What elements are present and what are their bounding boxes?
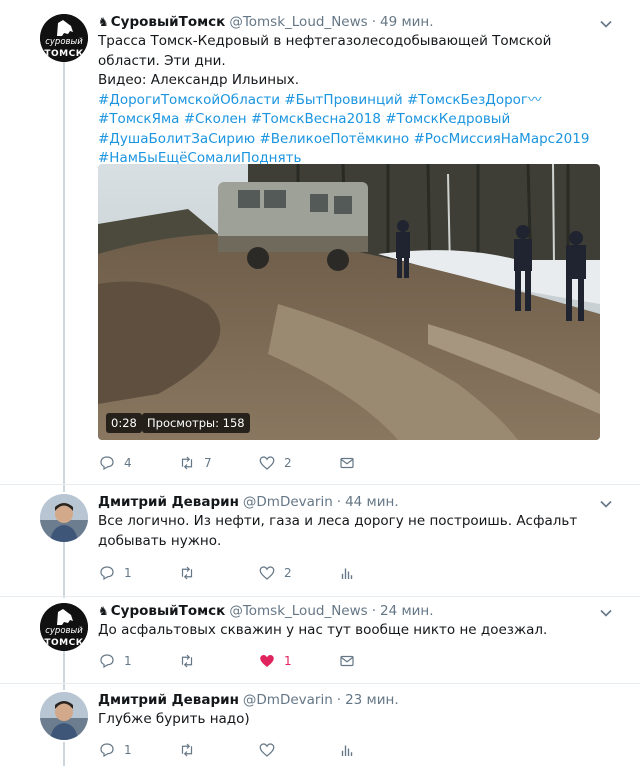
like-count: 2	[284, 566, 292, 580]
video-views: Просмотры: 158	[142, 413, 250, 433]
chevron-down-icon[interactable]	[598, 496, 614, 512]
retweet-icon	[181, 566, 193, 580]
tweet-header: ♞ СуровыйТомск @Tomsk_Loud_News · 24 мин…	[98, 601, 434, 621]
tweet-text: До асфальтовых скважин у нас тут вообще …	[98, 622, 548, 638]
tweet-text: Глубже бурить надо)	[98, 711, 250, 727]
reply-icon	[100, 566, 114, 581]
reply-icon	[100, 456, 114, 471]
svg-text:ТОМСК: ТОМСК	[44, 49, 83, 59]
separator-dot: ·	[371, 603, 376, 619]
timestamp[interactable]: 23 мин.	[345, 692, 399, 708]
retweet-button[interactable]: 7	[178, 454, 258, 472]
tweet-actions: 4 7 2	[98, 453, 418, 473]
knight-icon: ♞	[98, 15, 109, 29]
analytics-icon	[341, 745, 353, 756]
user-handle[interactable]: @DmDevarin	[243, 494, 333, 510]
retweet-icon	[181, 654, 193, 668]
retweet-icon	[181, 743, 193, 757]
chevron-down-icon[interactable]	[598, 605, 614, 621]
reply-button[interactable]: 1	[98, 564, 178, 582]
tweet-text-line: Видео: Александр Ильиных.	[98, 72, 300, 88]
avatar[interactable]: суровый ТОМСК	[40, 14, 88, 62]
tweet-header: Дмитрий Деварин @DmDevarin · 44 мин.	[98, 492, 399, 512]
user-photo	[40, 692, 88, 740]
separator-dot: ·	[336, 494, 342, 510]
message-button[interactable]	[338, 454, 418, 472]
analytics-button[interactable]	[338, 741, 418, 759]
reply-count: 4	[124, 456, 132, 470]
display-name[interactable]: Дмитрий Деварин	[98, 692, 239, 708]
like-button[interactable]: 1	[258, 652, 338, 670]
video-duration: 0:28	[106, 413, 142, 433]
like-button[interactable]: 2	[258, 454, 338, 472]
display-name[interactable]: Дмитрий Деварин	[98, 494, 239, 510]
svg-text:суровый: суровый	[45, 626, 83, 636]
tweet-header: ♞ СуровыйТомск @Tomsk_Loud_News · 49 мин…	[98, 12, 434, 32]
separator	[0, 596, 640, 597]
video-thumbnail	[98, 164, 600, 440]
like-button[interactable]	[258, 741, 338, 759]
tweet-header: Дмитрий Деварин @DmDevarin · 23 мин.	[98, 690, 399, 710]
avatar[interactable]	[40, 494, 88, 542]
message-icon	[340, 655, 354, 667]
separator-dot: ·	[336, 692, 342, 708]
suroviy-tomsk-logo: суровый ТОМСК	[40, 603, 88, 651]
like-button[interactable]: 2	[258, 564, 338, 582]
separator	[0, 683, 640, 684]
analytics-button[interactable]	[338, 564, 418, 582]
reply-button[interactable]: 1	[98, 741, 178, 759]
tweet[interactable]: Дмитрий Деварин @DmDevarin · 23 мин. Глу…	[0, 690, 640, 766]
user-handle[interactable]: @Tomsk_Loud_News	[229, 14, 367, 30]
reply-icon	[100, 654, 114, 669]
retweet-button[interactable]	[178, 564, 258, 582]
tweet-text-line: Трасса Томск-Кедровый в нефтегазолесодоб…	[98, 33, 552, 69]
hashtags[interactable]: #ДорогиТомскойОбласти #БытПровинций #Том…	[98, 91, 608, 169]
reply-count: 1	[124, 654, 132, 668]
timestamp[interactable]: 24 мин.	[380, 603, 434, 619]
svg-text:ТОМСК: ТОМСК	[44, 638, 83, 648]
display-name[interactable]: СуровыйТомск	[111, 14, 226, 30]
chevron-down-icon[interactable]	[598, 16, 614, 32]
message-button[interactable]	[338, 652, 418, 670]
like-icon	[259, 566, 275, 580]
tweet-actions: 1	[98, 740, 418, 760]
reply-count: 1	[124, 566, 132, 580]
suroviy-tomsk-logo: суровый ТОМСК	[40, 14, 88, 62]
separator	[0, 484, 640, 485]
user-handle[interactable]: @DmDevarin	[243, 692, 333, 708]
display-name[interactable]: СуровыйТомск	[111, 603, 226, 619]
avatar[interactable]: суровый ТОМСК	[40, 603, 88, 651]
reply-icon	[100, 743, 114, 758]
tweet-actions: 1 1	[98, 651, 418, 671]
retweet-count: 7	[204, 456, 212, 470]
knight-icon: ♞	[98, 604, 109, 618]
tweet[interactable]: Дмитрий Деварин @DmDevarin · 44 мин. Все…	[0, 492, 640, 596]
tweet-actions: 1 2	[98, 563, 418, 583]
analytics-icon	[341, 568, 353, 579]
retweet-button[interactable]	[178, 741, 258, 759]
separator-dot: ·	[371, 14, 376, 30]
reply-count: 1	[124, 743, 132, 757]
tweet[interactable]: суровый ТОМСК ♞ СуровыйТомск @Tomsk_Loud…	[0, 12, 640, 484]
like-icon	[259, 743, 275, 757]
avatar[interactable]	[40, 692, 88, 740]
retweet-icon	[181, 456, 193, 470]
like-icon	[259, 456, 275, 470]
user-handle[interactable]: @Tomsk_Loud_News	[229, 603, 367, 619]
message-icon	[340, 457, 354, 469]
retweet-button[interactable]	[178, 652, 258, 670]
like-filled-icon	[260, 655, 274, 667]
reply-button[interactable]: 1	[98, 652, 178, 670]
reply-button[interactable]: 4	[98, 454, 178, 472]
timestamp[interactable]: 44 мин.	[345, 494, 399, 510]
video-player[interactable]: 0:28 Просмотры: 158	[98, 164, 600, 440]
tweet-text: Трасса Томск-Кедровый в нефтегазолесодоб…	[98, 32, 608, 169]
tweet[interactable]: суровый ТОМСК ♞ СуровыйТомск @Tomsk_Loud…	[0, 601, 640, 683]
like-count: 2	[284, 456, 292, 470]
svg-text:суровый: суровый	[45, 37, 83, 47]
user-photo	[40, 494, 88, 542]
like-count: 1	[284, 654, 292, 668]
tweet-text: Все логично. Из нефти, газа и леса дорог…	[98, 513, 578, 549]
timestamp[interactable]: 49 мин.	[380, 14, 434, 30]
